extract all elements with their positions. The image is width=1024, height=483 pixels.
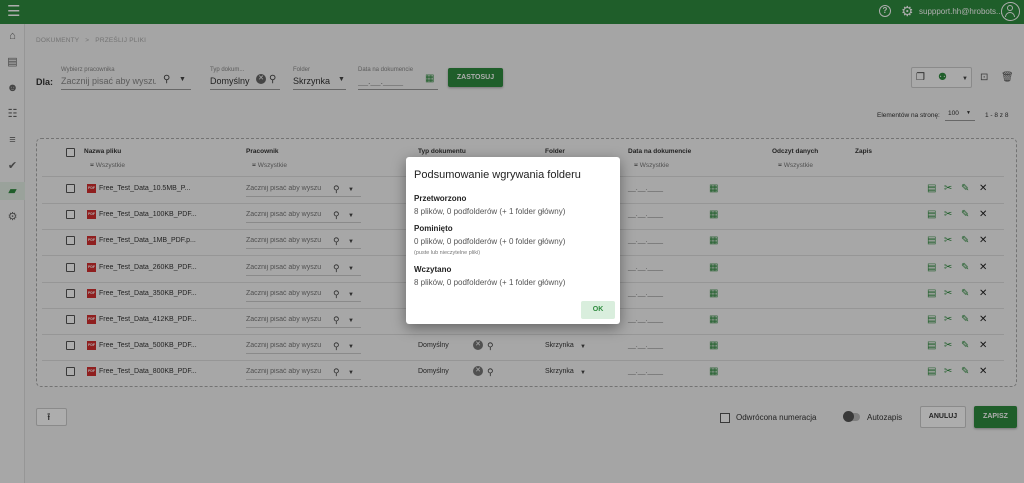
loaded-text: 8 plików, 0 podfolderów (+ 1 folder głów… xyxy=(414,278,566,287)
dialog-title: Podsumowanie wgrywania folderu xyxy=(414,169,581,181)
skipped-heading: Pominięto xyxy=(414,224,453,233)
skipped-note: (puste lub nieczytelne pliki) xyxy=(414,250,481,256)
processed-text: 8 plików, 0 podfolderów (+ 1 folder głów… xyxy=(414,207,566,216)
upload-summary-dialog: Podsumowanie wgrywania folderu Przetworz… xyxy=(406,157,620,324)
skipped-text: 0 plików, 0 podfolderów (+ 0 folder głów… xyxy=(414,237,566,246)
loaded-heading: Wczytano xyxy=(414,265,452,274)
processed-heading: Przetworzono xyxy=(414,194,467,203)
ok-button[interactable]: OK xyxy=(581,301,615,319)
